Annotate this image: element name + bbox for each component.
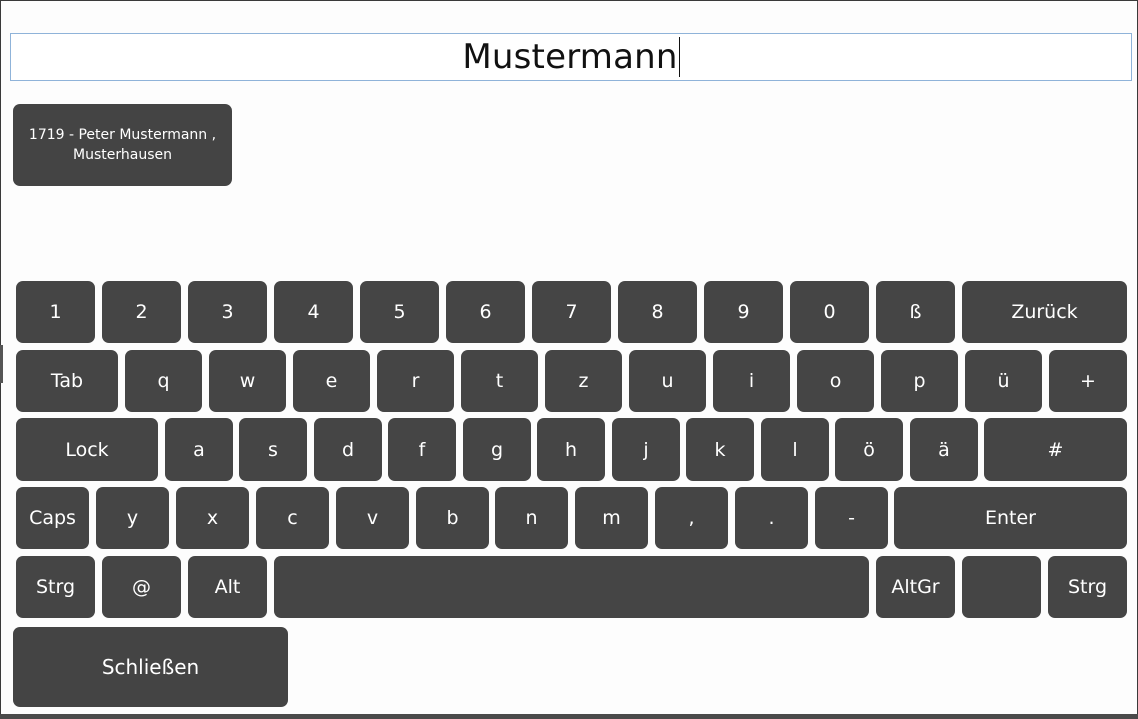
- key-altgr-row5[interactable]: AltGr: [876, 556, 955, 618]
- key-u-row2[interactable]: u: [629, 350, 706, 412]
- key-tab-row2[interactable]: Tab: [16, 350, 118, 412]
- key-v-row4[interactable]: v: [336, 487, 409, 549]
- result-item[interactable]: 1719 - Peter Mustermann , Musterhausen: [13, 104, 232, 186]
- key-hash-row3[interactable]: #: [984, 418, 1127, 481]
- key-d-row3[interactable]: d: [314, 418, 382, 481]
- key-h-row3[interactable]: h: [537, 418, 605, 481]
- key-6-row1[interactable]: 6: [446, 281, 525, 343]
- key-l-row3[interactable]: l: [761, 418, 829, 481]
- result-line-1: 1719 - Peter Mustermann ,: [28, 127, 217, 143]
- result-line-2: Musterhausen: [73, 147, 172, 163]
- key-enter-row4[interactable]: Enter: [894, 487, 1127, 549]
- key-2-row1[interactable]: 2: [102, 281, 181, 343]
- key-minus-row4[interactable]: -: [815, 487, 888, 549]
- key-s-row3[interactable]: s: [239, 418, 307, 481]
- key-strg-row5[interactable]: Strg: [16, 556, 95, 618]
- key-space-row5[interactable]: [274, 556, 869, 618]
- key-f-row3[interactable]: f: [388, 418, 456, 481]
- key-ß-row1[interactable]: ß: [876, 281, 955, 343]
- key-z-row2[interactable]: z: [545, 350, 622, 412]
- key-at-row5[interactable]: @: [102, 556, 181, 618]
- key-b-row4[interactable]: b: [416, 487, 489, 549]
- key-blank-row5[interactable]: [962, 556, 1041, 618]
- key-9-row1[interactable]: 9: [704, 281, 783, 343]
- key-ö-row3[interactable]: ö: [835, 418, 903, 481]
- key-1-row1[interactable]: 1: [16, 281, 95, 343]
- key-lock-row3[interactable]: Lock: [16, 418, 158, 481]
- key-q-row2[interactable]: q: [125, 350, 202, 412]
- key-comma-row4[interactable]: ,: [655, 487, 728, 549]
- key-t-row2[interactable]: t: [461, 350, 538, 412]
- key-r-row2[interactable]: r: [377, 350, 454, 412]
- text-caret: [678, 37, 680, 77]
- key-0-row1[interactable]: 0: [790, 281, 869, 343]
- key-n-row4[interactable]: n: [495, 487, 568, 549]
- key-4-row1[interactable]: 4: [274, 281, 353, 343]
- key-plus-row2[interactable]: +: [1049, 350, 1127, 412]
- key-3-row1[interactable]: 3: [188, 281, 267, 343]
- key-a-row3[interactable]: a: [165, 418, 233, 481]
- key-5-row1[interactable]: 5: [360, 281, 439, 343]
- key-p-row2[interactable]: p: [881, 350, 958, 412]
- search-input[interactable]: Mustermann: [10, 33, 1132, 81]
- key-e-row2[interactable]: e: [293, 350, 370, 412]
- search-value: Mustermann: [462, 37, 678, 77]
- key-o-row2[interactable]: o: [797, 350, 874, 412]
- key-alt-row5[interactable]: Alt: [188, 556, 267, 618]
- key-k-row3[interactable]: k: [686, 418, 754, 481]
- key-j-row3[interactable]: j: [612, 418, 680, 481]
- key-ä-row3[interactable]: ä: [910, 418, 978, 481]
- key-zurck-row1[interactable]: Zurück: [962, 281, 1127, 343]
- key-c-row4[interactable]: c: [256, 487, 329, 549]
- key-m-row4[interactable]: m: [575, 487, 648, 549]
- key-period-row4[interactable]: .: [735, 487, 808, 549]
- key-ü-row2[interactable]: ü: [965, 350, 1042, 412]
- key-caps-row4[interactable]: Caps: [16, 487, 89, 549]
- taskbar-strip: [0, 714, 1138, 719]
- key-y-row4[interactable]: y: [96, 487, 169, 549]
- close-button[interactable]: Schließen: [13, 627, 288, 707]
- background-window-edge: [0, 345, 3, 383]
- key-i-row2[interactable]: i: [713, 350, 790, 412]
- key-7-row1[interactable]: 7: [532, 281, 611, 343]
- key-g-row3[interactable]: g: [463, 418, 531, 481]
- key-w-row2[interactable]: w: [209, 350, 286, 412]
- key-strg-row5[interactable]: Strg: [1048, 556, 1127, 618]
- key-8-row1[interactable]: 8: [618, 281, 697, 343]
- key-x-row4[interactable]: x: [176, 487, 249, 549]
